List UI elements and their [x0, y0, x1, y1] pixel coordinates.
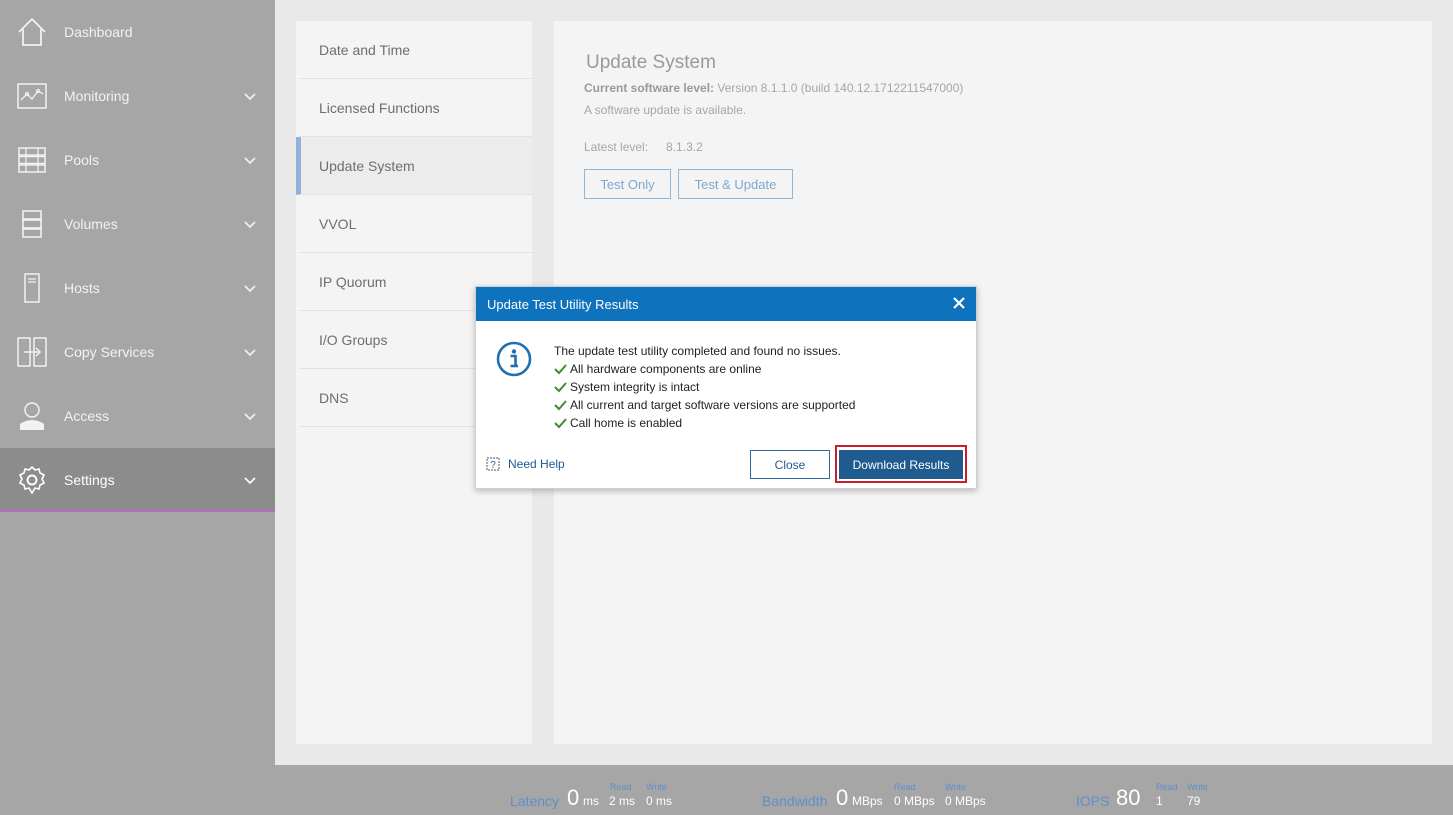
sidebar-item-label: Copy Services [64, 344, 155, 360]
checkmark-icon [554, 418, 567, 429]
need-help-link[interactable]: ? Need Help [486, 457, 565, 471]
svg-text:?: ? [490, 460, 496, 471]
sidebar-item-access[interactable]: Access [0, 384, 275, 448]
bandwidth-write-label: Write [945, 782, 966, 792]
latency-value: 0 [567, 785, 580, 810]
dialog-title: Update Test Utility Results [487, 296, 639, 312]
update-test-results-dialog: Update Test Utility Results The update t… [475, 286, 977, 489]
test-and-update-button[interactable]: Test & Update [678, 169, 793, 199]
latency-unit: ms [583, 794, 599, 808]
sidebar-item-label: Hosts [64, 280, 100, 296]
sidebar-item-dashboard[interactable]: Dashboard [0, 0, 275, 64]
chevron-down-icon [244, 285, 256, 293]
iops-write-label: Write [1187, 782, 1208, 792]
iops-read-label: Read [1156, 782, 1178, 792]
sidebar: Dashboard Monitoring Pools Volumes Hosts… [0, 0, 275, 815]
iops-write-value: 79 [1187, 794, 1201, 808]
iops-read-value: 1 [1156, 794, 1163, 808]
sidebar-item-hosts[interactable]: Hosts [0, 256, 275, 320]
test-only-button[interactable]: Test Only [584, 169, 671, 199]
latency-write-label: Write [646, 782, 667, 792]
latency-label: Latency [510, 793, 560, 809]
close-icon[interactable] [950, 294, 968, 312]
check-label: Call home is enabled [570, 416, 683, 430]
sidebar-item-label: Settings [64, 472, 115, 488]
access-icon [20, 402, 44, 430]
need-help-label: Need Help [508, 457, 565, 471]
gear-icon [18, 465, 46, 495]
volumes-icon [22, 210, 42, 238]
hosts-icon [24, 273, 40, 303]
sidebar-item-label: Pools [64, 152, 100, 168]
result-message: The update test utility completed and fo… [554, 344, 841, 358]
settings-item-label: IP Quorum [319, 273, 387, 290]
check-item: All current and target software versions… [554, 398, 855, 412]
checkmark-icon [554, 400, 567, 411]
latest-level-value: 8.1.3.2 [666, 140, 703, 154]
latency-write-value: 0 ms [646, 794, 673, 808]
latency-read-value: 2 ms [609, 794, 636, 808]
settings-item-label: I/O Groups [319, 331, 388, 348]
settings-item-update-system[interactable]: Update System [296, 137, 532, 195]
check-item: Call home is enabled [554, 416, 682, 430]
check-label: All current and target software versions… [570, 398, 856, 412]
settings-item-label: Update System [319, 157, 415, 174]
settings-item-label: VVOL [319, 215, 357, 232]
chevron-down-icon [244, 349, 256, 357]
bandwidth-write-value: 0 MBps [945, 794, 986, 808]
latency-read-label: Read [610, 782, 632, 792]
sidebar-item-label: Monitoring [64, 88, 130, 104]
close-button[interactable]: Close [750, 450, 830, 479]
current-level-label: Current software level: [584, 81, 715, 95]
help-icon: ? [486, 457, 500, 471]
check-label: System integrity is intact [570, 380, 700, 394]
chevron-down-icon [244, 157, 256, 165]
iops-value: 80 [1116, 785, 1141, 810]
settings-item-vvol[interactable]: VVOL [299, 195, 532, 253]
check-item: System integrity is intact [554, 380, 699, 394]
chevron-down-icon [244, 413, 256, 421]
monitoring-icon [17, 83, 47, 109]
page-title: Update System [586, 52, 716, 73]
settings-item-date-and-time[interactable]: Date and Time [299, 21, 532, 79]
copy-services-icon [17, 337, 47, 367]
bandwidth-read-label: Read [894, 782, 916, 792]
checkmark-icon [554, 382, 567, 393]
sidebar-item-pools[interactable]: Pools [0, 128, 275, 192]
dialog-header: Update Test Utility Results [476, 287, 976, 321]
sidebar-item-settings[interactable]: Settings [0, 448, 275, 512]
settings-item-label: DNS [319, 389, 349, 406]
info-icon [496, 341, 532, 377]
download-results-button[interactable]: Download Results [839, 450, 963, 479]
bandwidth-label: Bandwidth [762, 793, 828, 809]
iops-label: IOPS [1076, 793, 1110, 809]
checkmark-icon [554, 364, 567, 375]
status-bar: Latency 0 ms Read 2 ms Write 0 ms Bandwi… [275, 765, 1453, 815]
sidebar-item-label: Dashboard [64, 24, 133, 40]
settings-item-licensed-functions[interactable]: Licensed Functions [299, 79, 532, 137]
sidebar-item-volumes[interactable]: Volumes [0, 192, 275, 256]
settings-item-label: Licensed Functions [319, 99, 440, 116]
home-icon [18, 17, 46, 46]
chevron-down-icon [244, 93, 256, 101]
bandwidth-value: 0 [836, 785, 849, 810]
check-item: All hardware components are online [554, 362, 761, 376]
chevron-down-icon [244, 221, 256, 229]
sidebar-item-monitoring[interactable]: Monitoring [0, 64, 275, 128]
chevron-down-icon [244, 477, 256, 485]
check-label: All hardware components are online [570, 362, 762, 376]
pools-icon [18, 147, 46, 173]
current-level-value: Version 8.1.1.0 (build 140.12.1712211547… [717, 81, 964, 95]
latest-level-label: Latest level: [584, 140, 649, 154]
bandwidth-unit: MBps [852, 794, 883, 808]
update-available-text: A software update is available. [584, 103, 747, 117]
settings-item-label: Date and Time [319, 41, 411, 58]
sidebar-item-label: Volumes [64, 216, 118, 232]
bandwidth-read-value: 0 MBps [894, 794, 935, 808]
sidebar-item-label: Access [64, 408, 110, 424]
current-software-level: Current software level: Version 8.1.1.0 … [584, 81, 963, 95]
latest-level: Latest level: 8.1.3.2 [584, 140, 703, 154]
sidebar-item-copy-services[interactable]: Copy Services [0, 320, 275, 384]
